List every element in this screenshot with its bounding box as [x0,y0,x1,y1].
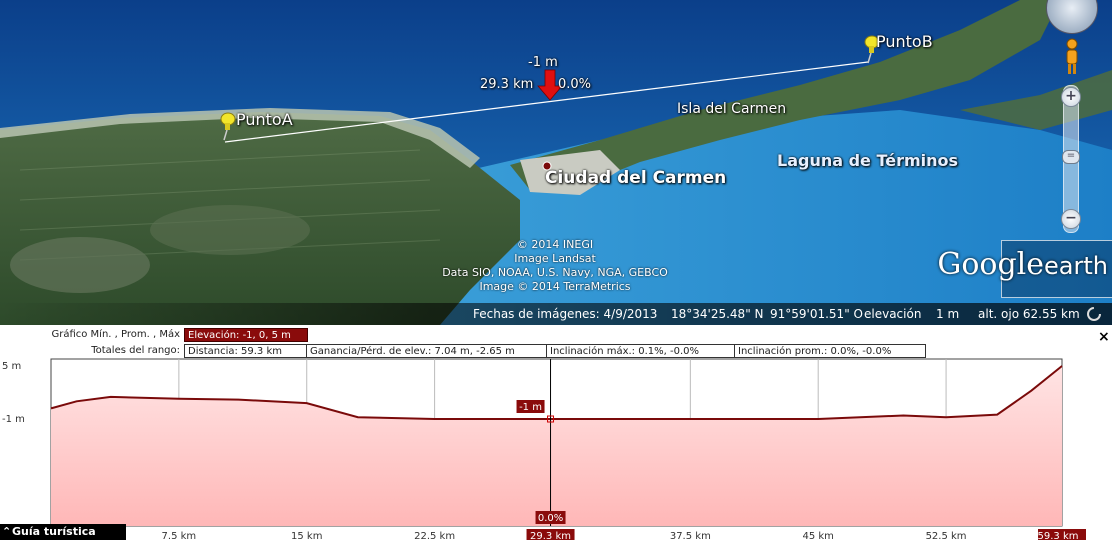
status-bar: Fechas de imágenes: 4/9/2013 18°34'25.48… [0,303,1112,325]
x-tick-label: 29.3 km [530,531,571,540]
x-tick-label: 15 km [291,531,322,540]
y-tick-label: -1 m [2,414,25,425]
elevation-profile-panel: Gráfico Mín. , Prom. , Máx Elevación: -1… [0,325,1112,540]
x-tick-label: 7.5 km [162,531,197,540]
elevation-readout: 1 m [936,307,960,321]
pin-label-b[interactable]: PuntoB [876,32,933,51]
x-tick-label: 45 km [802,531,833,540]
pushpin-icon[interactable] [216,111,238,141]
google-earth-logo: Googleearth [937,240,1112,298]
longitude-readout: 91°59'01.51" O [770,307,863,321]
chart-stats-label: Gráfico Mín. , Prom. , Máx [51,329,180,340]
close-profile-button[interactable]: × [1098,329,1110,345]
imagery-date: Fechas de imágenes: 4/9/2013 [473,307,658,321]
y-tick-label: 5 m [2,361,21,372]
attribution-line: Data SIO, NOAA, U.S. Navy, NGA, GEBCO [442,266,668,279]
attribution-line: © 2014 INEGI [516,238,594,251]
pin-label-a[interactable]: PuntoA [236,110,293,129]
tour-guide-label: Guía turística [12,525,96,538]
loading-spinner-icon [1087,307,1101,321]
attribution-line: Image © 2014 TerraMetrics [479,280,631,293]
eye-altitude-readout: alt. ojo 62.55 km [978,307,1080,321]
cursor-slope-text: 0.0% [538,513,563,524]
place-label-city[interactable]: Ciudad del Carmen [545,168,726,188]
x-tick-label: 59.3 km [1038,531,1079,540]
zoom-slider-handle[interactable]: = [1062,150,1080,164]
logo-product: earth [1044,252,1108,280]
cursor-distance-label: 29.3 km [480,77,534,92]
cursor-elevation-label: -1 m [528,55,558,70]
zoom-in-button[interactable]: + [1061,87,1081,107]
elevation-chart[interactable]: 5 m -1 m 7.5 km 15 km 22.5 km 29.3 km 37.5 km… [0,355,1112,540]
street-view-pegman-icon[interactable] [1062,38,1082,76]
cursor-slope-label: 0.0% [558,77,592,92]
latitude-readout: 18°34'25.48" N [671,307,764,321]
tour-guide-button[interactable]: ⌃ Guía turística [0,524,126,540]
place-label-island[interactable]: Isla del Carmen [677,101,786,117]
x-tick-label: 37.5 km [670,531,711,540]
map-view[interactable]: PuntoA PuntoB -1 m 29.3 km 0.0% Ciudad d… [0,0,1112,325]
x-tick-label: 22.5 km [414,531,455,540]
stats-row-chart: Gráfico Mín. , Prom. , Máx Elevación: -1… [0,328,320,343]
attribution-line: Image Landsat [514,252,596,265]
place-label-lagoon[interactable]: Laguna de Términos [777,151,958,170]
cursor-elevation-text: -1 m [519,402,542,413]
logo-brand: Google [937,247,1045,282]
map-attribution: © 2014 INEGI Image Landsat Data SIO, NOA… [395,238,715,294]
chevron-up-icon: ⌃ [2,525,12,538]
elevation-label: elevación [864,307,922,321]
x-tick-label: 52.5 km [926,531,967,540]
elevation-stat-tab[interactable]: Elevación: -1, 0, 5 m [184,328,308,342]
zoom-out-button[interactable]: − [1061,209,1081,229]
